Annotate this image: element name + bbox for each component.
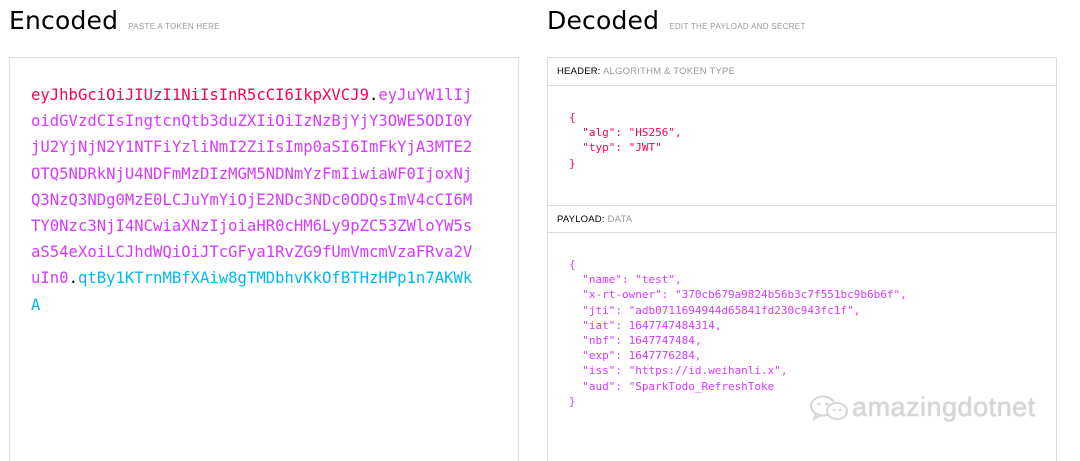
payload-section-label: PAYLOAD: (557, 214, 605, 225)
token-separator: . (68, 269, 78, 288)
header-section-label: HEADER: (557, 66, 601, 77)
encoded-title: Encoded (9, 6, 119, 35)
payload-json-editor[interactable]: { "name": "test", "x-rt-owner": "370cb67… (569, 257, 907, 409)
encoded-heading: Encoded PASTE A TOKEN HERE (9, 6, 220, 35)
encoded-token-editor[interactable]: eyJhbGciOiJIUzI1NiIsInR5cCI6IkpXVCJ9.eyJ… (9, 57, 519, 461)
token-text[interactable]: eyJhbGciOiJIUzI1NiIsInR5cCI6IkpXVCJ9.eyJ… (31, 82, 476, 318)
watermark: amazingdotnet (808, 392, 1036, 423)
decoded-heading: Decoded EDIT THE PAYLOAD AND SECRET (547, 6, 806, 35)
wechat-icon (810, 395, 848, 421)
payload-section-title: PAYLOAD: DATA (548, 205, 1056, 233)
decoded-title: Decoded (547, 6, 660, 35)
encoded-subtitle: PASTE A TOKEN HERE (128, 22, 220, 31)
decoded-subtitle: EDIT THE PAYLOAD AND SECRET (669, 22, 806, 31)
token-separator: . (368, 86, 379, 104)
header-section-title: HEADER: ALGORITHM & TOKEN TYPE (548, 58, 1056, 86)
header-section-sublabel: ALGORITHM & TOKEN TYPE (602, 66, 736, 77)
token-signature-part: qtBy1KTrnMBfXAiw8gTMDbhvKkOfBTHzHPp1n7AK… (31, 269, 473, 314)
payload-section-sublabel: DATA (607, 214, 633, 225)
token-payload-part: eyJuYW1lIjoidGVzdCIsIngtcnQtb3duZXIiOiIz… (31, 86, 473, 288)
header-json-editor[interactable]: { "alg": "HS256", "typ": "JWT" } (569, 110, 682, 171)
token-header-part: eyJhbGciOiJIUzI1NiIsInR5cCI6IkpXVCJ9 (31, 86, 369, 104)
watermark-text: amazingdotnet (852, 392, 1036, 422)
